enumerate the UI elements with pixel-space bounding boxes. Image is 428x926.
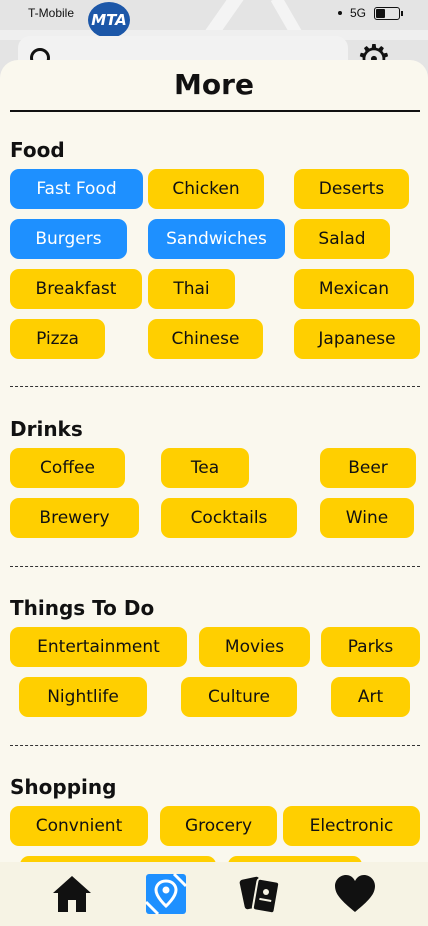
chip-mexican[interactable]: Mexican xyxy=(294,269,414,309)
chip-parks[interactable]: Parks xyxy=(321,627,420,667)
tab-favorites[interactable] xyxy=(333,872,377,916)
cards-icon xyxy=(239,876,281,915)
tab-cards[interactable] xyxy=(238,872,282,916)
chip-convenient[interactable]: Convnient xyxy=(10,806,148,846)
section-title-things-to-do: Things To Do xyxy=(10,596,155,620)
section-divider xyxy=(10,566,420,567)
network-label: 5G xyxy=(349,6,366,20)
carrier-label: T-Mobile xyxy=(28,6,75,20)
section-divider xyxy=(10,745,420,746)
heart-icon xyxy=(335,875,375,912)
section-title-food: Food xyxy=(10,138,65,162)
chip-art[interactable]: Art xyxy=(331,677,410,717)
chip-deserts[interactable]: Deserts xyxy=(294,169,409,209)
chip-coffee[interactable]: Coffee xyxy=(10,448,125,488)
chip-electronic[interactable]: Electronic xyxy=(283,806,420,846)
chip-chicken[interactable]: Chicken xyxy=(148,169,264,209)
chip-sandwiches[interactable]: Sandwiches xyxy=(148,219,285,259)
status-bar: T-Mobile 5G xyxy=(0,0,428,26)
section-title-shopping: Shopping xyxy=(10,775,117,799)
chip-tea[interactable]: Tea xyxy=(161,448,249,488)
chip-brewery[interactable]: Brewery xyxy=(10,498,139,538)
chip-breakfast[interactable]: Breakfast xyxy=(10,269,142,309)
chip-wine[interactable]: Wine xyxy=(320,498,414,538)
chip-chinese[interactable]: Chinese xyxy=(148,319,263,359)
chip-culture[interactable]: Culture xyxy=(181,677,297,717)
home-icon xyxy=(53,876,91,912)
tab-bar xyxy=(0,862,428,926)
chip-nightlife[interactable]: Nightlife xyxy=(19,677,147,717)
tab-home[interactable] xyxy=(50,872,94,916)
chip-movies[interactable]: Movies xyxy=(199,627,310,667)
map-pin-icon xyxy=(144,872,188,916)
sheet-title: More xyxy=(174,68,254,101)
chip-beer[interactable]: Beer xyxy=(320,448,416,488)
chip-burgers[interactable]: Burgers xyxy=(10,219,127,259)
chip-fast-food[interactable]: Fast Food xyxy=(10,169,143,209)
section-title-drinks: Drinks xyxy=(10,417,83,441)
chip-entertainment[interactable]: Entertainment xyxy=(10,627,187,667)
title-divider xyxy=(10,110,420,112)
chip-cocktails[interactable]: Cocktails xyxy=(161,498,297,538)
chip-salad[interactable]: Salad xyxy=(294,219,390,259)
section-divider xyxy=(10,386,420,387)
chip-thai[interactable]: Thai xyxy=(148,269,235,309)
more-sheet: More Food Fast Food Chicken Deserts Burg… xyxy=(0,60,428,926)
battery-icon xyxy=(374,6,403,20)
chip-pizza[interactable]: Pizza xyxy=(10,319,105,359)
tab-map[interactable] xyxy=(144,872,188,916)
signal-icon xyxy=(337,11,342,15)
chip-grocery[interactable]: Grocery xyxy=(160,806,277,846)
chip-japanese[interactable]: Japanese xyxy=(294,319,420,359)
